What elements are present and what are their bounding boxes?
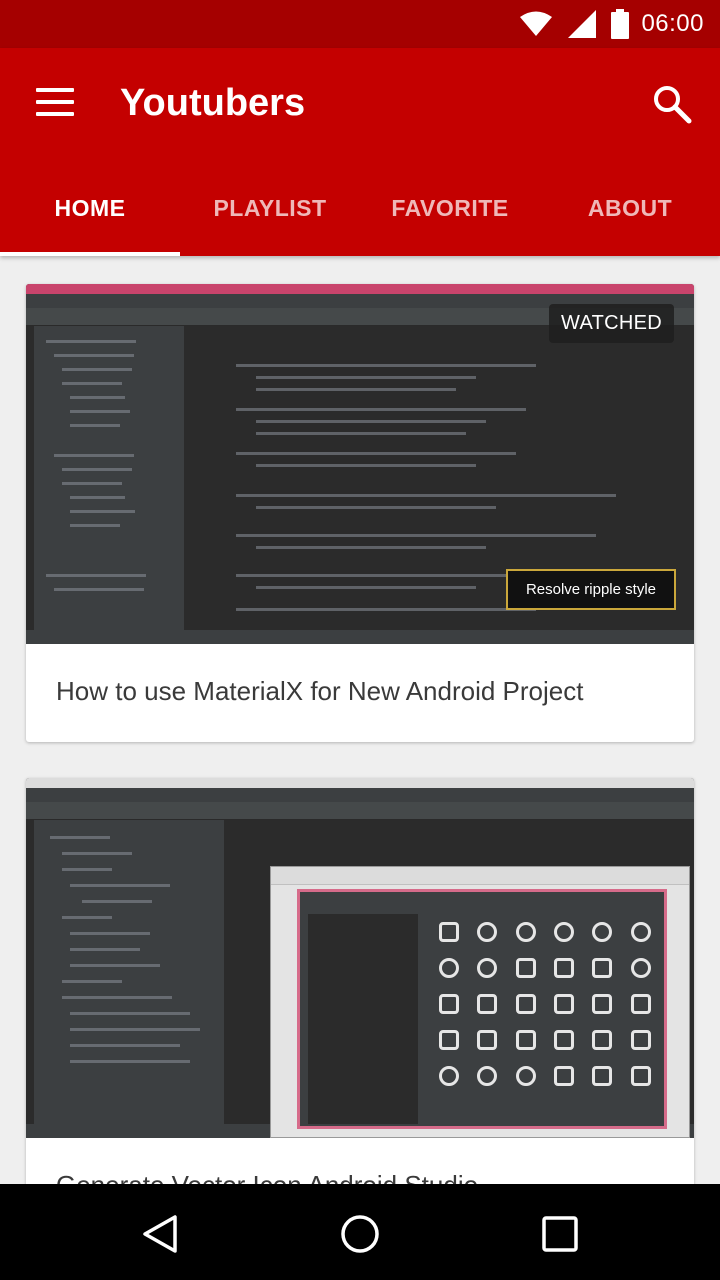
app-title: Youtubers	[120, 82, 306, 124]
battery-icon	[611, 9, 630, 39]
navigation-bar	[0, 1184, 720, 1280]
home-icon[interactable]	[338, 1212, 382, 1256]
video-thumbnail: WATCHED Resolve ripple style	[26, 284, 694, 644]
video-list[interactable]: WATCHED Resolve ripple style How to use …	[0, 256, 720, 1184]
tab-home[interactable]: HOME	[0, 160, 180, 256]
recent-apps-icon[interactable]	[538, 1212, 582, 1256]
tab-bar: HOME PLAYLIST FAVORITE ABOUT	[0, 160, 720, 256]
video-title: Generate Vector Icon Android Studio	[56, 1170, 478, 1184]
video-thumbnail	[26, 778, 694, 1138]
search-icon[interactable]	[652, 84, 692, 124]
status-bar: 06:00	[0, 0, 720, 48]
video-card[interactable]: WATCHED Resolve ripple style How to use …	[26, 284, 694, 742]
back-icon[interactable]	[138, 1212, 182, 1256]
app-bar: Youtubers HOME PLAYLIST FAVORITE ABOUT	[0, 48, 720, 256]
tab-playlist[interactable]: PLAYLIST	[180, 160, 360, 256]
tab-favorite[interactable]: FAVORITE	[360, 160, 540, 256]
toolbar: Youtubers	[0, 48, 720, 160]
tab-about[interactable]: ABOUT	[540, 160, 720, 256]
wifi-icon	[519, 10, 553, 38]
status-time: 06:00	[641, 10, 704, 37]
thumbnail-overlay-text: Resolve ripple style	[505, 569, 676, 610]
signal-icon	[567, 9, 597, 39]
asset-studio-dialog	[270, 866, 690, 1138]
watched-badge: WATCHED	[549, 304, 674, 343]
video-title: How to use MaterialX for New Android Pro…	[56, 676, 584, 706]
video-card[interactable]: Generate Vector Icon Android Studio	[26, 778, 694, 1184]
hamburger-menu-icon[interactable]	[36, 88, 76, 120]
